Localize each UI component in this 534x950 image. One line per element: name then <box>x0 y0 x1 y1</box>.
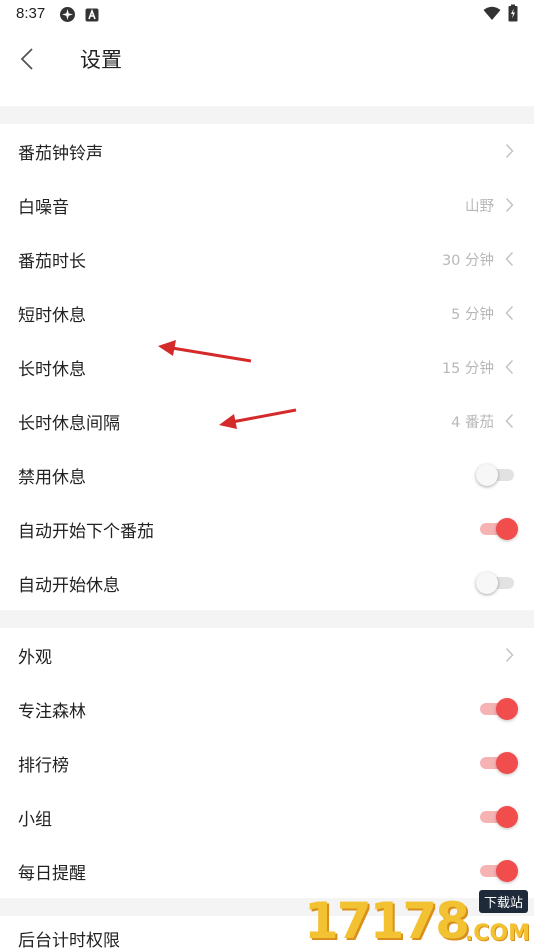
row-label: 小组 <box>18 809 52 830</box>
row-label: 长时休息间隔 <box>18 413 120 434</box>
row-auto-start-pomodoro: 自动开始下个番茄 <box>0 502 534 556</box>
daily-reminder-toggle[interactable] <box>480 860 518 882</box>
row-auto-start-break: 自动开始休息 <box>0 556 534 610</box>
focus-forest-toggle[interactable] <box>480 698 518 720</box>
row-label: 排行榜 <box>18 755 69 776</box>
row-short-break[interactable]: 短时休息 5 分钟 <box>0 286 534 340</box>
row-long-break-interval[interactable]: 长时休息间隔 4 番茄 <box>0 394 534 448</box>
battery-charging-icon <box>508 4 518 26</box>
row-long-break[interactable]: 长时休息 15 分钟 <box>0 340 534 394</box>
auto-start-break-toggle[interactable] <box>476 572 516 594</box>
row-value: 5 分钟 <box>451 306 494 323</box>
display-settings-section: 外观 专注森林 排行榜 小组 每日提醒 <box>0 628 534 898</box>
row-value: 4 番茄 <box>451 414 494 431</box>
row-label: 禁用休息 <box>18 467 86 488</box>
back-button[interactable] <box>10 42 44 76</box>
row-white-noise[interactable]: 白噪音 山野 <box>0 178 534 232</box>
watermark: 17178 下载站 .COM <box>304 888 534 950</box>
row-label: 自动开始下个番茄 <box>18 521 154 542</box>
watermark-badge: 下载站 <box>478 890 528 913</box>
row-leaderboard: 排行榜 <box>0 736 534 790</box>
status-bar: 8:37 <box>0 0 534 28</box>
row-label: 长时休息 <box>18 359 86 380</box>
chevron-right-icon <box>502 196 516 214</box>
auto-start-pomodoro-toggle[interactable] <box>480 518 518 540</box>
row-pomodoro-duration[interactable]: 番茄时长 30 分钟 <box>0 232 534 286</box>
row-disable-break: 禁用休息 <box>0 448 534 502</box>
back-arrow-icon <box>20 48 33 70</box>
row-label: 番茄时长 <box>18 251 86 272</box>
app-bar: 设置 <box>0 28 534 106</box>
row-appearance[interactable]: 外观 <box>0 628 534 682</box>
row-label: 短时休息 <box>18 305 86 326</box>
section-divider <box>0 106 534 124</box>
row-label: 自动开始休息 <box>18 575 120 596</box>
row-value: 山野 <box>465 198 494 215</box>
group-toggle[interactable] <box>480 806 518 828</box>
watermark-digits: 17178 <box>304 892 470 950</box>
chevron-right-icon <box>502 646 516 664</box>
disable-break-toggle[interactable] <box>476 464 516 486</box>
chevron-left-icon <box>502 358 516 376</box>
chevron-left-icon <box>502 304 516 322</box>
leaderboard-toggle[interactable] <box>480 752 518 774</box>
a-notification-icon <box>85 7 99 26</box>
row-label: 每日提醒 <box>18 863 86 884</box>
section-divider <box>0 610 534 628</box>
row-label: 番茄钟铃声 <box>18 143 103 164</box>
row-label: 外观 <box>18 647 52 668</box>
row-value: 30 分钟 <box>441 252 494 269</box>
status-time: 8:37 <box>16 5 46 22</box>
chevron-left-icon <box>502 412 516 430</box>
app-notification-icon <box>59 6 76 27</box>
row-value: 15 分钟 <box>441 360 494 377</box>
wifi-icon <box>483 6 501 25</box>
row-group: 小组 <box>0 790 534 844</box>
chevron-right-icon <box>502 142 516 160</box>
row-label: 专注森林 <box>18 701 86 722</box>
chevron-left-icon <box>502 250 516 268</box>
row-label: 白噪音 <box>18 197 69 218</box>
watermark-domain: .COM <box>464 921 530 946</box>
timer-settings-section: 番茄钟铃声 白噪音 山野 番茄时长 30 分钟 短时休息 5 分钟 长时休息 1… <box>0 124 534 610</box>
row-ringtone[interactable]: 番茄钟铃声 <box>0 124 534 178</box>
row-focus-forest: 专注森林 <box>0 682 534 736</box>
page-title: 设置 <box>80 48 122 72</box>
